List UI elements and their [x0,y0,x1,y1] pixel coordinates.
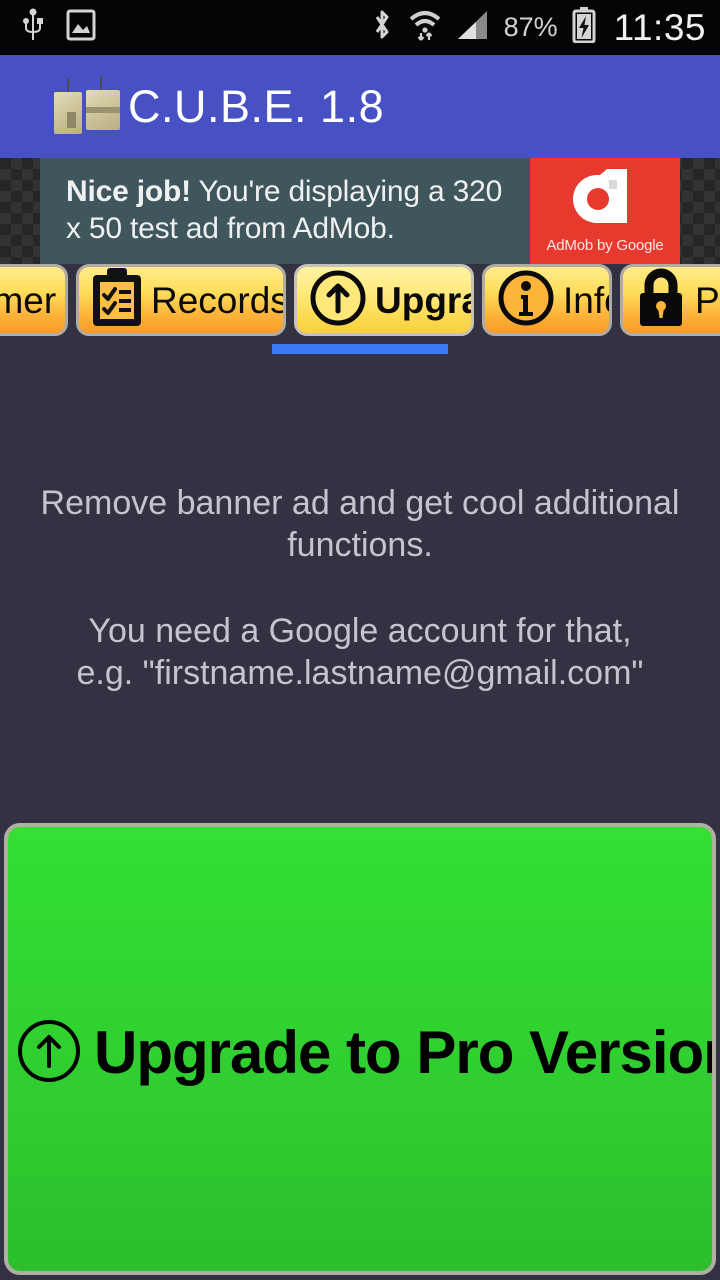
tab-strip[interactable]: Timer Records [0,264,720,354]
arrow-up-circle-icon [309,269,367,332]
clock-label: 11:35 [613,7,706,48]
wifi-icon [408,8,442,47]
page-title: C.U.B.E. 1.8 [128,80,385,132]
upgrade-to-pro-button[interactable]: Upgrade to Pro Version [4,823,716,1275]
status-bar: 87% 11:35 [0,0,720,55]
app-screen: 87% 11:35 C.U.B.E. 1.8 Nice job! You're … [0,0,720,1280]
usb-icon [22,8,44,47]
upgrade-description: Remove banner ad and get cool additional… [0,482,720,695]
google-account-line-1: You need a Google account for that, [88,612,632,651]
cellular-signal-icon [456,9,490,46]
upgrade-button-content: Upgrade to Pro Version [16,1018,716,1089]
ad-message: Nice job! You're displaying a 320 x 50 t… [66,174,512,247]
cube-blocks-icon [48,74,124,140]
tab-timer-label: Timer [0,279,57,321]
tab-timer[interactable]: Timer [0,264,68,336]
admob-logo-icon [567,167,643,234]
tab-selection-indicator [272,344,448,354]
tab-info[interactable]: Info [482,264,612,336]
clipboard-checklist-icon [91,267,143,333]
bluetooth-icon [370,8,394,47]
upgrade-description-paragraph-1: Remove banner ad and get cool additional… [40,484,680,565]
title-bar: C.U.B.E. 1.8 [0,55,720,158]
admob-logo-pane: AdMob by Google [530,158,680,264]
status-bar-right-icons: 87% 11:35 [370,7,706,48]
battery-percent-label: 87% [503,12,558,42]
ad-text-pane: Nice job! You're displaying a 320 x 50 t… [40,158,530,264]
screenshot-icon [66,9,96,46]
tab-records-label: Records [151,279,286,321]
upgrade-button-label: Upgrade to Pro Version [94,1019,716,1086]
upgrade-description-paragraph-2: You need a Google account for that, e.g.… [16,610,704,694]
ad-headline: Nice job! [66,175,191,209]
tab-upgrade-label: Upgrade [375,279,471,321]
padlock-icon [635,268,687,333]
admob-logo-caption: AdMob by Google [546,236,664,254]
status-bar-left-icons [22,8,96,47]
arrow-up-circle-icon [16,1018,82,1089]
tab-privacy-label: Priv [695,279,720,321]
tab-upgrade[interactable]: Upgrade [294,264,474,336]
info-circle-icon [497,269,555,332]
tab-records[interactable]: Records [76,264,286,336]
admob-test-banner[interactable]: Nice job! You're displaying a 320 x 50 t… [40,158,680,264]
battery-charging-icon [572,7,596,48]
google-account-line-2: e.g. "firstname.lastname@gmail.com" [76,654,644,693]
tab-info-label: Info [563,279,609,321]
ad-region: Nice job! You're displaying a 320 x 50 t… [0,158,720,264]
tab-privacy[interactable]: Priv [620,264,720,336]
